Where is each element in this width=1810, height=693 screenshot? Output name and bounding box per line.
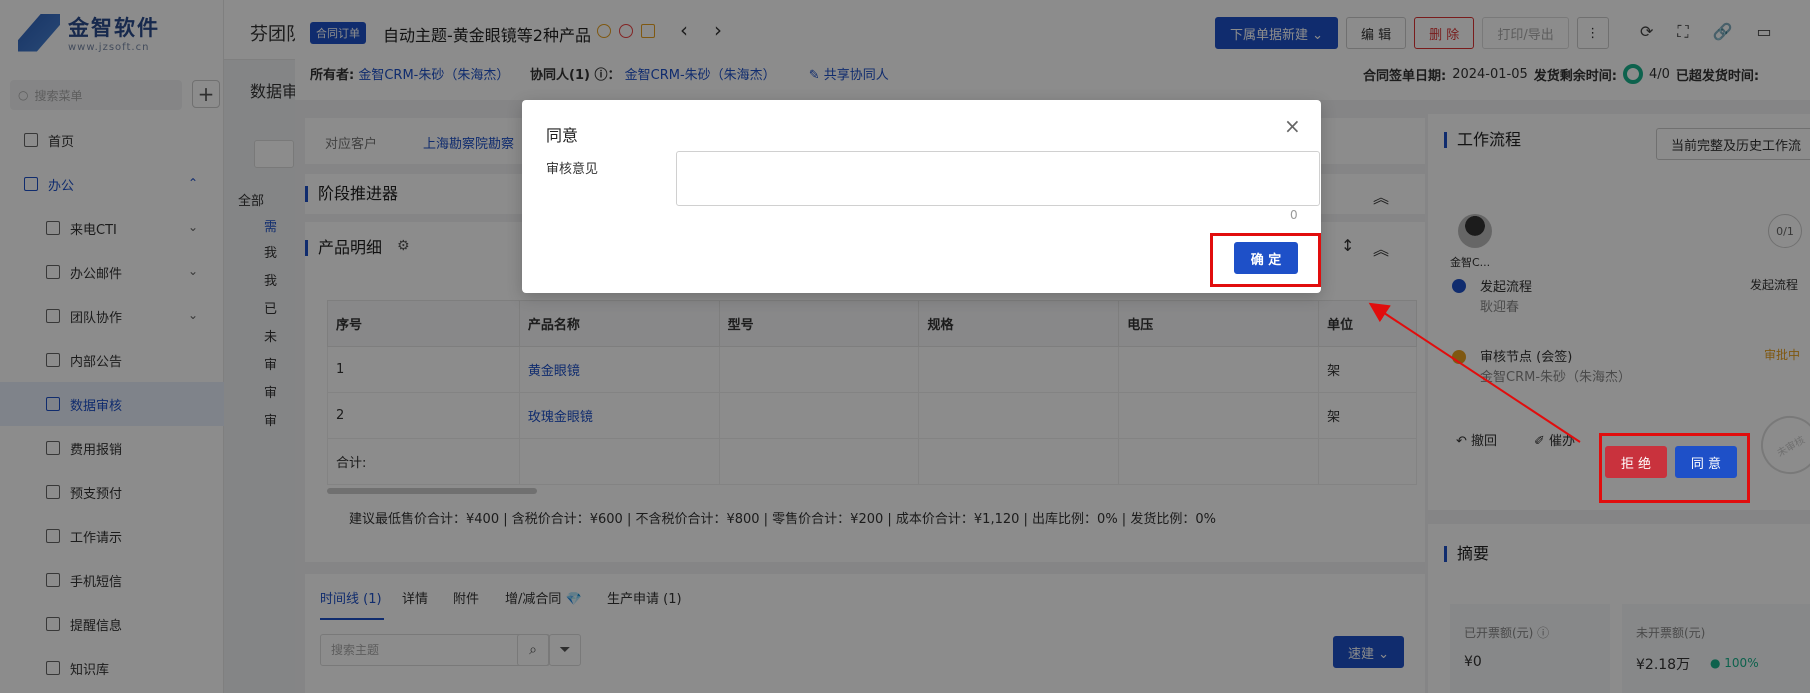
annotation-arrow [1368, 302, 1581, 443]
arrow-line [1368, 302, 1581, 443]
